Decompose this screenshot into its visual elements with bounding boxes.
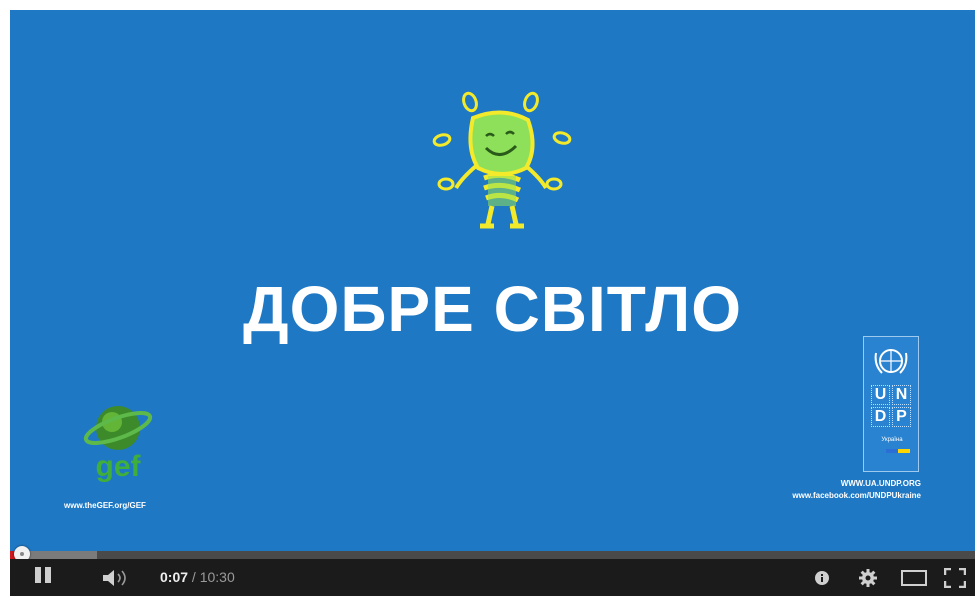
volume-icon (103, 569, 126, 586)
progress-bar[interactable] (10, 551, 975, 559)
time-separator: / (188, 569, 200, 585)
undp-website-text: WWW.UA.UNDP.ORG (840, 479, 921, 488)
info-icon (815, 570, 829, 585)
fullscreen-icon (944, 567, 966, 588)
gef-url-text: www.theGEF.org/GEF (64, 501, 146, 510)
duration: 10:30 (199, 569, 235, 585)
current-time: 0:07 (160, 569, 189, 585)
undp-letter: P (892, 407, 911, 427)
video-player[interactable]: ДОБРЕ СВІТЛО gef www.theGEF.org/GEF U N … (0, 0, 975, 596)
pause-button[interactable] (30, 559, 56, 596)
undp-web-links: WWW.UA.UNDP.ORG www.facebook.com/UNDPUkr… (792, 478, 921, 502)
ukraine-flag-icon (886, 449, 910, 453)
lightbulb-mascot-icon (432, 91, 572, 229)
undp-letter: N (892, 385, 911, 405)
undp-logo: U N D P Україна (863, 336, 919, 472)
player-controls: 0:07 / 10:30 (10, 559, 975, 596)
volume-button[interactable] (98, 559, 138, 596)
fullscreen-button[interactable] (940, 559, 970, 596)
undp-facebook-text: www.facebook.com/UNDPUkraine (792, 491, 921, 500)
info-button[interactable] (810, 559, 834, 596)
un-emblem-icon (874, 349, 908, 374)
theater-mode-icon (901, 569, 927, 586)
undp-letter: U (871, 385, 890, 405)
undp-letter: D (871, 407, 890, 427)
gef-logo-text: gef (96, 450, 142, 483)
undp-letters: U N D P (870, 385, 912, 427)
pause-icon (33, 567, 53, 588)
undp-country-text: Україна (881, 437, 903, 443)
theater-mode-button[interactable] (898, 559, 930, 596)
gef-logo: gef (83, 406, 153, 483)
video-frame[interactable]: ДОБРЕ СВІТЛО gef www.theGEF.org/GEF U N … (10, 10, 975, 551)
settings-button[interactable] (856, 559, 880, 596)
video-title-text: ДОБРЕ СВІТЛО (243, 273, 742, 345)
time-display: 0:07 / 10:30 (160, 559, 235, 596)
gear-icon (859, 568, 877, 587)
